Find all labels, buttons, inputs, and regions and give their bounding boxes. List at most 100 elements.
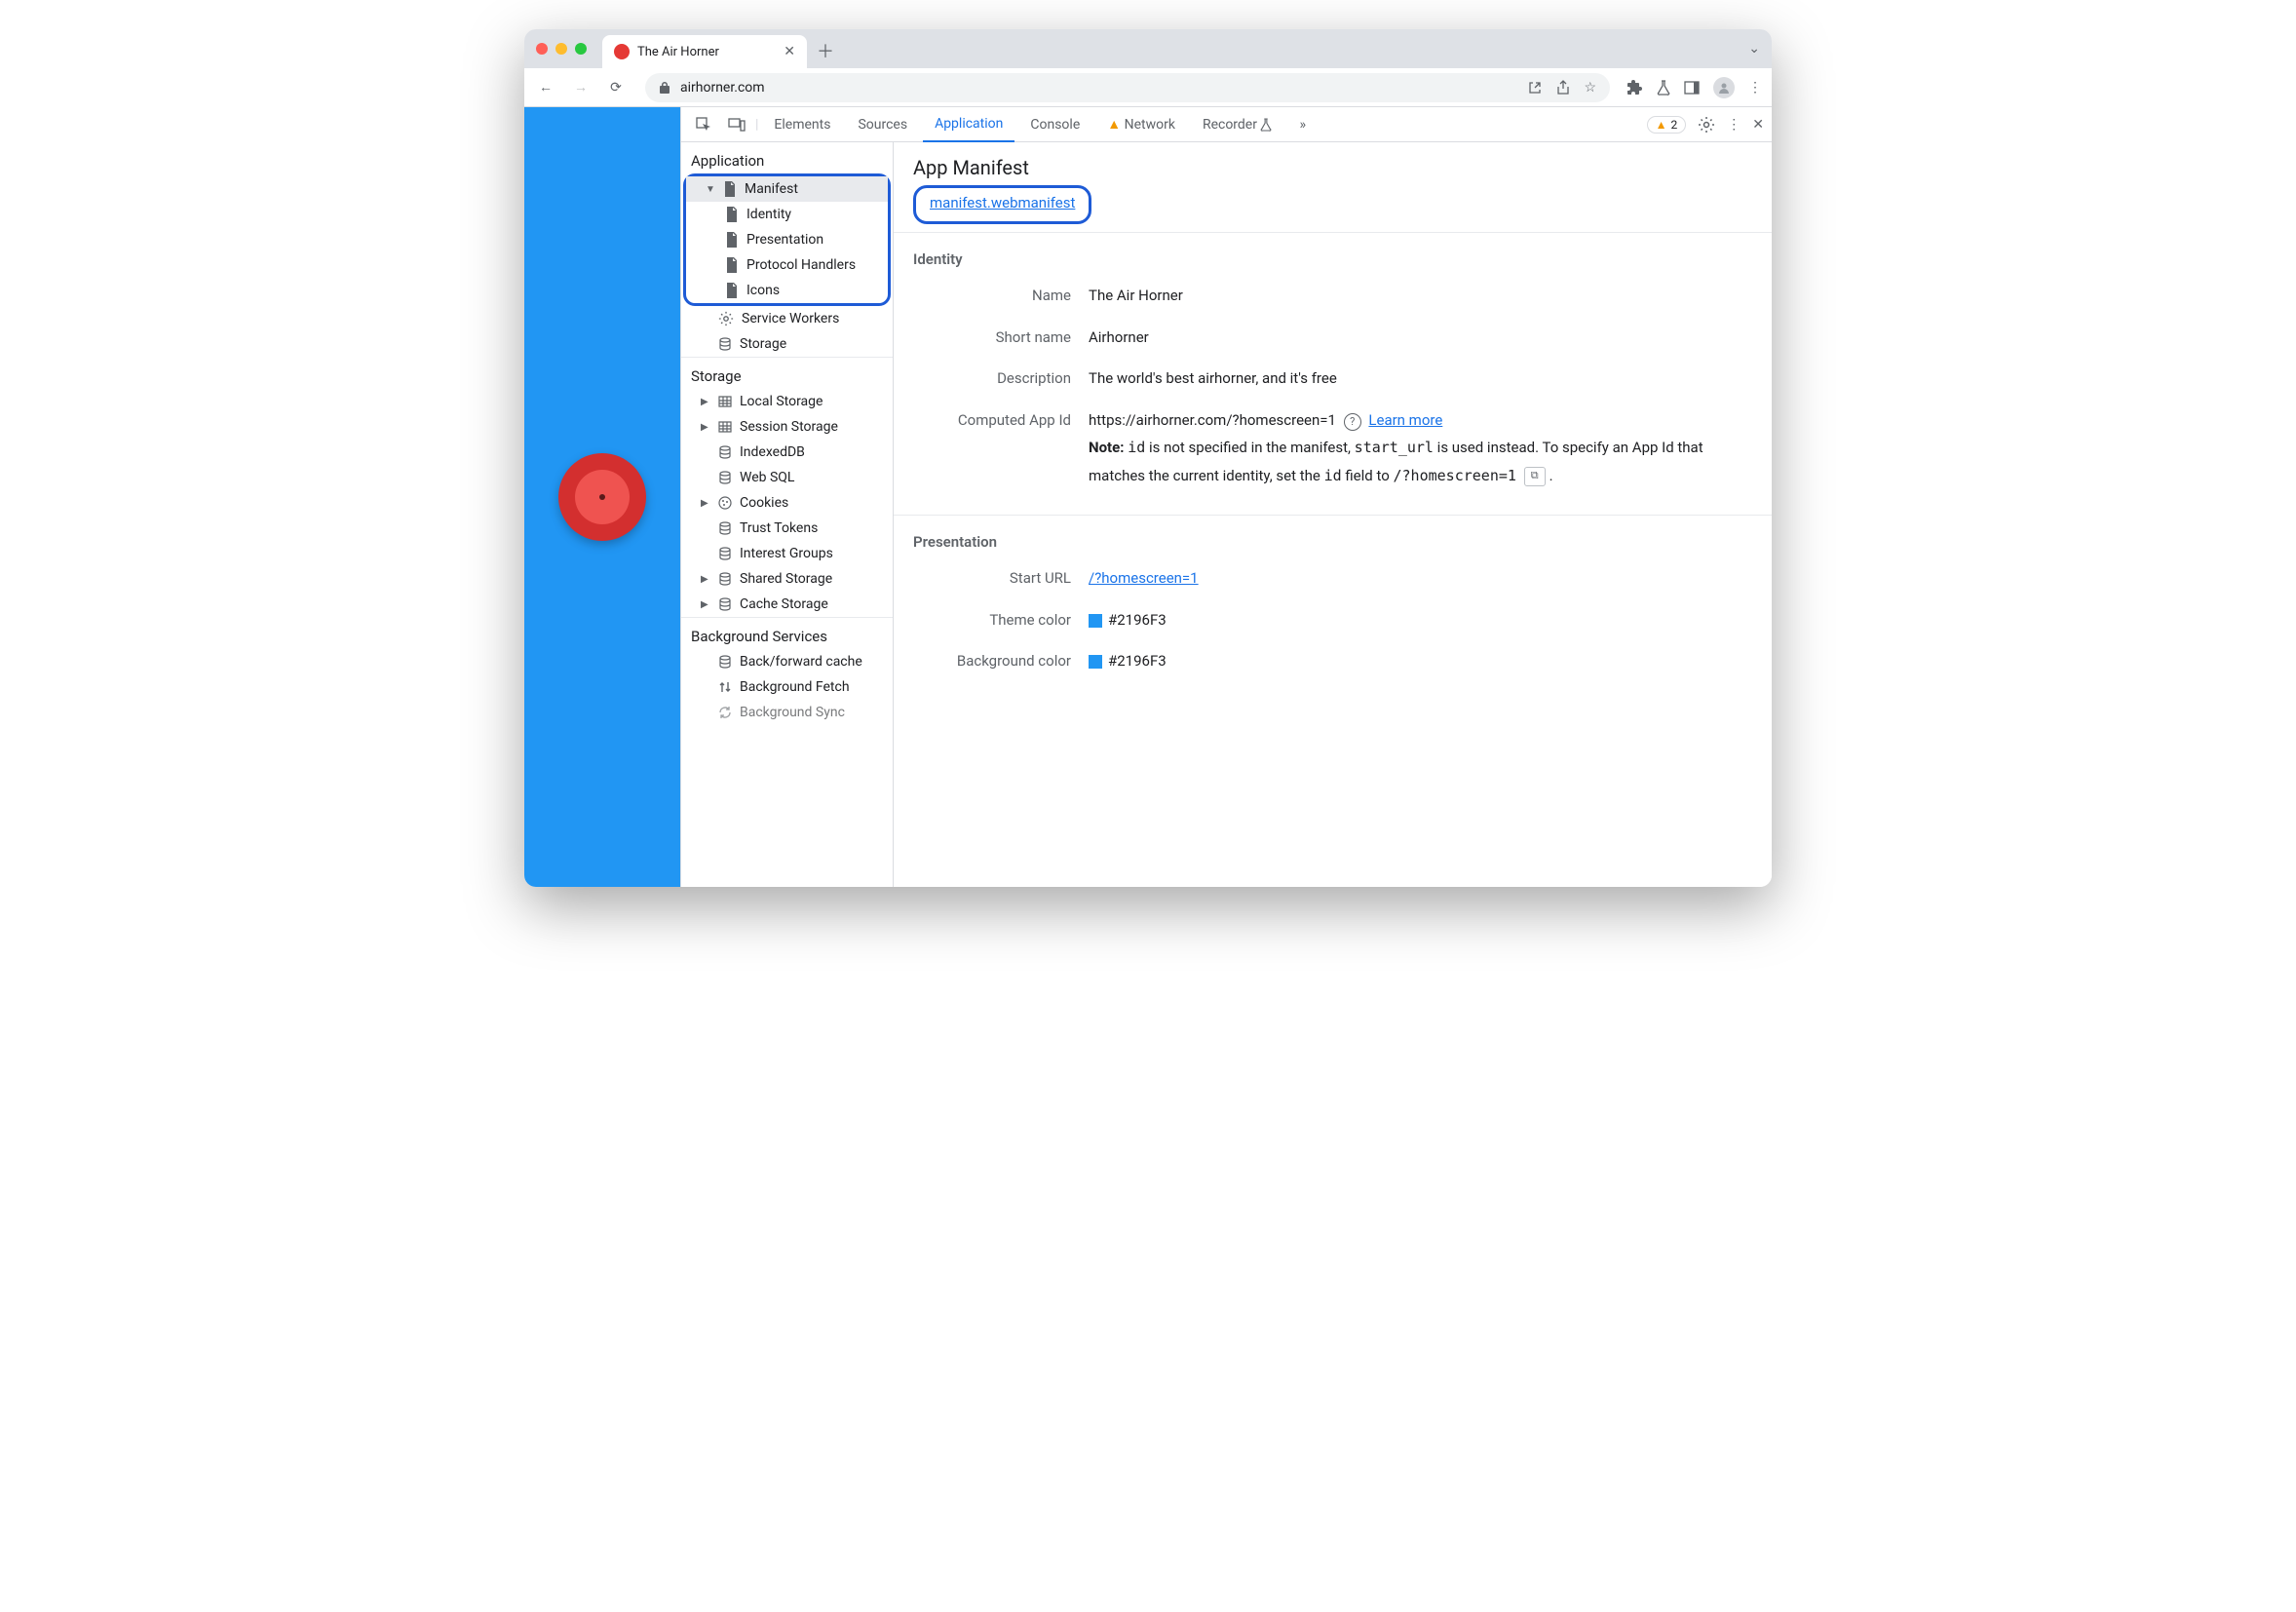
sidebar-item-protocol-handlers[interactable]: Protocol Handlers (686, 252, 888, 278)
database-icon (718, 471, 732, 484)
sidebar-item-presentation[interactable]: Presentation (686, 227, 888, 252)
database-icon (718, 572, 732, 586)
database-icon (718, 445, 732, 459)
start-url-link[interactable]: /?homescreen=1 (1089, 569, 1199, 587)
tab-title: The Air Horner (637, 45, 776, 59)
sidebar-item-interest-groups[interactable]: ▶Interest Groups (681, 541, 893, 566)
document-icon (725, 257, 739, 273)
document-icon (725, 283, 739, 298)
devtools-menu-icon[interactable]: ⋮ (1727, 117, 1741, 133)
sidebar-item-icons[interactable]: Icons (686, 278, 888, 303)
browser-tab[interactable]: The Air Horner ✕ (602, 35, 807, 68)
sidebar-item-cookies[interactable]: ▶Cookies (681, 490, 893, 516)
section-heading: Identity (913, 250, 1752, 268)
tabs-dropdown-icon[interactable]: ⌄ (1748, 41, 1760, 57)
tab-more[interactable]: » (1287, 107, 1318, 142)
tab-close-icon[interactable]: ✕ (784, 44, 795, 59)
manifest-link-highlight: manifest.webmanifest (913, 185, 1091, 224)
sidebar-item-cache-storage[interactable]: ▶Cache Storage (681, 592, 893, 617)
application-sidebar: Application ▼ Manifest Identity (681, 142, 894, 887)
content-area: | Elements Sources Application Console ▲… (524, 107, 1772, 887)
row-computed-app-id: Computed App Id https://airhorner.com/?h… (913, 406, 1752, 490)
address-bar[interactable]: airhorner.com ☆ (645, 73, 1610, 102)
url-text: airhorner.com (680, 80, 765, 96)
inspect-element-icon[interactable] (689, 116, 718, 134)
panel-title: App Manifest (913, 156, 1752, 179)
chevron-right-icon: ▶ (701, 422, 710, 433)
tab-elements[interactable]: Elements (762, 107, 842, 142)
sidebar-item-manifest[interactable]: ▼ Manifest (686, 176, 888, 202)
extensions-icon[interactable] (1627, 80, 1643, 96)
page-viewport (524, 107, 680, 887)
lock-icon (659, 81, 670, 95)
profile-avatar-icon[interactable] (1713, 77, 1735, 98)
sidebar-item-indexeddb[interactable]: ▶IndexedDB (681, 440, 893, 465)
sidebar-item-local-storage[interactable]: ▶Local Storage (681, 389, 893, 414)
forward-button[interactable]: → (569, 79, 593, 96)
warning-icon: ▲ (1107, 116, 1121, 133)
maximize-window-button[interactable] (575, 43, 587, 55)
browser-window: The Air Horner ✕ ＋ ⌄ ← → ⟳ airhorner.com… (524, 29, 1772, 887)
minimize-window-button[interactable] (555, 43, 567, 55)
devtools-close-icon[interactable]: ✕ (1752, 117, 1764, 133)
database-icon (718, 655, 732, 669)
devtools-panel: | Elements Sources Application Console ▲… (680, 107, 1772, 887)
tab-console[interactable]: Console (1018, 107, 1091, 142)
sidebar-item-bg-fetch[interactable]: ▶Background Fetch (681, 674, 893, 700)
device-toolbar-icon[interactable] (722, 117, 751, 133)
tab-sources[interactable]: Sources (846, 107, 919, 142)
gear-icon (718, 311, 734, 326)
copy-button[interactable]: ⧉ (1524, 467, 1546, 486)
help-icon[interactable]: ? (1344, 413, 1361, 431)
section-heading: Presentation (913, 533, 1752, 551)
sidebar-item-identity[interactable]: Identity (686, 202, 888, 227)
warning-icon: ▲ (1656, 118, 1667, 132)
sidebar-item-bg-sync[interactable]: ▶Background Sync (681, 700, 893, 725)
warnings-badge[interactable]: ▲2 (1647, 116, 1687, 134)
open-external-icon[interactable] (1527, 80, 1543, 96)
window-titlebar: The Air Horner ✕ ＋ ⌄ (524, 29, 1772, 68)
tab-application[interactable]: Application (923, 107, 1014, 142)
tab-recorder[interactable]: Recorder (1191, 107, 1284, 142)
bookmark-star-icon[interactable]: ☆ (1584, 80, 1596, 96)
manifest-highlight: ▼ Manifest Identity Presentation (683, 173, 891, 306)
reload-button[interactable]: ⟳ (604, 80, 628, 96)
manifest-file-link[interactable]: manifest.webmanifest (930, 194, 1075, 211)
chevron-down-icon: ▼ (706, 184, 715, 195)
sidebar-item-session-storage[interactable]: ▶Session Storage (681, 414, 893, 440)
sidebar-item-storage-overview[interactable]: ▶ Storage (681, 331, 893, 357)
close-window-button[interactable] (536, 43, 548, 55)
sidebar-item-shared-storage[interactable]: ▶Shared Storage (681, 566, 893, 592)
document-icon (725, 232, 739, 248)
side-panel-icon[interactable] (1684, 81, 1700, 95)
learn-more-link[interactable]: Learn more (1368, 411, 1442, 429)
sync-icon (718, 706, 732, 719)
sidebar-item-service-workers[interactable]: ▶ Service Workers (681, 306, 893, 331)
database-icon (718, 521, 732, 535)
row-description: Description The world's best airhorner, … (913, 365, 1752, 393)
sidebar-item-bfcache[interactable]: ▶Back/forward cache (681, 649, 893, 674)
tab-favicon (614, 44, 630, 59)
back-button[interactable]: ← (534, 79, 557, 96)
cookie-icon (718, 496, 732, 510)
row-theme-color: Theme color #2196F3 (913, 606, 1752, 634)
chevron-right-icon: ▶ (701, 397, 710, 407)
chevron-right-icon: ▶ (701, 599, 710, 610)
settings-gear-icon[interactable] (1698, 116, 1715, 134)
new-tab-button[interactable]: ＋ (817, 38, 834, 63)
row-short-name: Short name Airhorner (913, 324, 1752, 352)
presentation-section: Presentation Start URL /?homescreen=1 Th… (894, 515, 1772, 701)
airhorn-button[interactable] (558, 453, 646, 541)
labs-flask-icon[interactable] (1657, 80, 1670, 96)
sidebar-item-websql[interactable]: ▶Web SQL (681, 465, 893, 490)
sidebar-section-storage: Storage (681, 357, 893, 389)
browser-menu-icon[interactable]: ⋮ (1748, 80, 1762, 96)
database-icon (718, 547, 732, 560)
devtools-tabbar: | Elements Sources Application Console ▲… (681, 107, 1772, 142)
document-icon (723, 181, 737, 197)
browser-toolbar: ← → ⟳ airhorner.com ☆ (524, 68, 1772, 107)
tab-network[interactable]: ▲ Network (1095, 107, 1187, 142)
sidebar-item-trust-tokens[interactable]: ▶Trust Tokens (681, 516, 893, 541)
flask-icon (1260, 118, 1272, 132)
share-icon[interactable] (1556, 80, 1570, 96)
